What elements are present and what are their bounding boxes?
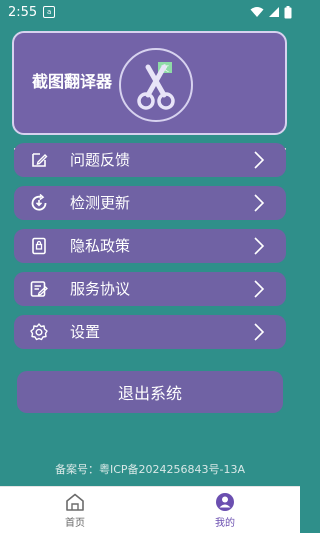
menu-label-settings: 设置 [70, 323, 101, 341]
menu-item-service-agreement[interactable]: 服务协议 [14, 272, 286, 306]
app-info-card: 截图翻译器 文 [12, 31, 287, 135]
notification-icon: a [43, 6, 56, 18]
chevron-right-icon [254, 151, 265, 169]
icp-record-text: 备案号：粤ICP备2024256843号-13A [54, 463, 246, 476]
tab-mine[interactable]: 我的 [150, 487, 300, 533]
menu-label-privacy: 隐私政策 [70, 237, 131, 255]
service-agreement-icon [30, 281, 48, 297]
menu-label-service-agreement: 服务协议 [70, 280, 131, 298]
scissors-translate-icon: 文 [119, 48, 193, 122]
status-time: 2:55 [8, 4, 38, 20]
menu-label-feedback: 问题反馈 [70, 151, 131, 169]
profile-content: 截图翻译器 文 问题反馈 检测更新 [0, 24, 300, 486]
tab-home[interactable]: 首页 [0, 487, 150, 533]
home-icon [66, 493, 84, 511]
chevron-right-icon [254, 194, 265, 212]
bottom-nav: 首页 我的 [0, 486, 300, 533]
gear-icon [30, 323, 48, 341]
feedback-edit-icon [32, 153, 48, 167]
menu-label-update: 检测更新 [70, 194, 131, 212]
menu-item-settings[interactable]: 设置 [14, 315, 286, 349]
menu-item-update[interactable]: 检测更新 [14, 186, 286, 220]
tab-mine-label: 我的 [215, 517, 235, 529]
menu-item-feedback[interactable]: 问题反馈 [14, 143, 286, 177]
chevron-right-icon [254, 237, 265, 255]
privacy-policy-icon [32, 237, 46, 255]
chevron-right-icon [254, 280, 265, 298]
update-check-icon [31, 193, 47, 211]
status-left: 2:55 a [8, 4, 56, 20]
battery-icon [284, 5, 292, 18]
tab-home-label: 首页 [65, 517, 85, 529]
logout-button[interactable]: 退出系统 [17, 371, 283, 413]
app-name: 截图翻译器 [32, 72, 113, 91]
status-icons [250, 5, 292, 19]
wifi-icon [250, 7, 264, 17]
chevron-right-icon [254, 323, 265, 341]
signal-icon [269, 7, 279, 17]
user-icon [216, 492, 234, 511]
status-bar: 2:55 a [0, 0, 300, 24]
menu-item-privacy[interactable]: 隐私政策 [14, 229, 286, 263]
